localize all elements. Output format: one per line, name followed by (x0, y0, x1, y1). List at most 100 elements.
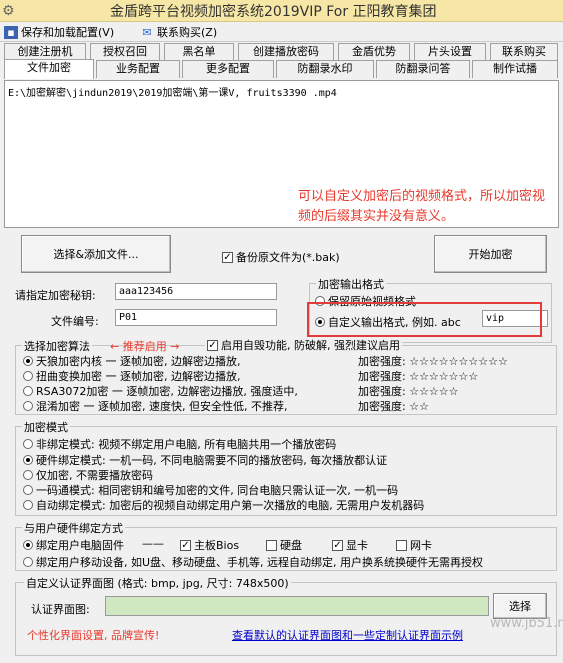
watermark-text: www.jb51.net (490, 616, 563, 631)
promo-text: 个性化界面设置, 品牌宣传! (27, 629, 160, 642)
menu-bar: ▪ 保存和加载配置(V) ✉ 联系购买(Z) (0, 22, 563, 42)
algorithm-radio-1[interactable] (23, 356, 33, 366)
tab-trial[interactable]: 制作试播 (472, 60, 558, 78)
window-title: 金盾跨平台视频加密系统2019VIP For 正阳教育集团 (110, 4, 437, 20)
tab-advantages[interactable]: 金盾优势 (338, 43, 410, 61)
tab-contact-buy[interactable]: 联系购买 (490, 43, 558, 61)
algorithm-strength-1: 加密强度: ☆☆☆☆☆☆☆☆☆☆ (358, 355, 508, 368)
recommend-label: ← 推荐启用 → (110, 340, 180, 353)
hw-nic-checkbox[interactable] (396, 539, 407, 551)
auth-ui-group (15, 582, 557, 656)
hw-disk-checkbox[interactable] (266, 539, 277, 551)
hardware-title: 与用户硬件绑定方式 (22, 520, 125, 536)
algorithm-strength-4: 加密强度: ☆☆ (358, 400, 429, 413)
bind-mobile-label: 绑定用户移动设备, 如U盘、移动硬盘、手机等, 远程自动绑定, 用户换系统换硬件… (36, 556, 484, 569)
algorithm-label-1: 天狼加密内核 一 逐帧加密, 边解密边播放, (36, 355, 241, 368)
tab-anti-record-watermark[interactable]: 防翻录水印 (276, 60, 374, 78)
hw-gpu-checkbox[interactable]: ✓ (332, 539, 343, 551)
app-icon: ⚙ (2, 3, 15, 19)
algorithm-item-4[interactable]: 混淆加密 一 逐帧加密, 速度快, 但安全性低, 不推荐, (23, 398, 287, 414)
bind-mobile-radio[interactable] (23, 557, 33, 567)
self-destroy-option[interactable]: ✓ 启用自毁功能, 防破解, 强烈建议启用 (205, 337, 402, 353)
algorithm-label-4: 混淆加密 一 逐帧加密, 速度快, 但安全性低, 不推荐, (36, 400, 288, 413)
hw-nic-option[interactable]: 网卡 (396, 537, 432, 553)
password-input[interactable]: aaa123456 (115, 283, 277, 300)
tab-more-config[interactable]: 更多配置 (182, 60, 274, 78)
sample-link[interactable]: 查看默认的认证界面图和一些定制认证界面示例 (232, 627, 463, 643)
hw-disk-label: 硬盘 (280, 539, 302, 552)
tab-intro-settings[interactable]: 片头设置 (414, 43, 486, 61)
mode-radio-2[interactable] (23, 455, 33, 465)
menu-save-load-label: 保存和加载配置(V) (21, 26, 115, 39)
bind-pc-radio[interactable] (23, 540, 33, 550)
file-list-item[interactable]: E:\加密解密\jindun2019\2019加密端\第一课V, fruits3… (8, 84, 337, 99)
menu-contact-label: 联系购买(Z) (157, 26, 218, 39)
algorithm-item-2[interactable]: 扭曲变换加密 一 逐帧加密, 边解密边播放, (23, 368, 240, 384)
tabs-row-2: 文件加密 业务配置 更多配置 防翻录水印 防翻录问答 制作试播 (0, 59, 563, 79)
algorithm-item-1[interactable]: 天狼加密内核 一 逐帧加密, 边解密边播放, (23, 353, 240, 369)
algorithm-strength-2: 加密强度: ☆☆☆☆☆☆☆ (358, 370, 479, 383)
mode-title: 加密模式 (22, 419, 70, 435)
annotation-text: 可以自定义加密后的视频格式，所以加密视频的后缀其实并没有意义。 (298, 189, 546, 224)
algorithm-radio-4[interactable] (23, 401, 33, 411)
tab-anti-record-qa[interactable]: 防翻录问答 (376, 60, 470, 78)
mode-item-2[interactable]: 硬件绑定模式: 一机一码, 不同电脑需要不同的播放密码, 每次播放都认证 (23, 452, 387, 468)
highlight-box (307, 302, 542, 337)
select-add-file-button[interactable]: 选择&添加文件... (21, 235, 171, 273)
mode-radio-5[interactable] (23, 500, 33, 510)
password-label: 请指定加密秘钥: (15, 289, 96, 302)
hw-bios-option[interactable]: ✓ 主板Bios (180, 537, 239, 553)
backup-option[interactable]: ✓ 备份原文件为(*.bak) (222, 249, 340, 265)
algorithm-title: 选择加密算法 (22, 338, 92, 354)
hw-bios-checkbox[interactable]: ✓ (180, 539, 191, 551)
menu-save-load[interactable]: ▪ 保存和加载配置(V) (4, 24, 114, 40)
self-destroy-checkbox[interactable]: ✓ (207, 339, 218, 351)
mode-label-1: 非绑定模式: 视频不绑定用户电脑, 所有电脑共用一个播放密码 (36, 438, 337, 451)
algorithm-radio-3[interactable] (23, 386, 33, 396)
tab-play-password[interactable]: 创建播放密码 (238, 43, 334, 61)
algorithm-strength-3: 加密强度: ☆☆☆☆☆ (358, 385, 459, 398)
mode-item-4[interactable]: 一码通模式: 相同密钥和编号加密的文件, 同台电脑只需认证一次, 一机一码 (23, 482, 398, 498)
auth-ui-title: 自定义认证界面图 (格式: bmp, jpg, 尺寸: 748x500) (24, 575, 291, 591)
tab-revoke[interactable]: 授权召回 (90, 43, 160, 61)
auth-ui-label: 认证界面图: (31, 603, 90, 616)
mode-radio-3[interactable] (23, 470, 33, 480)
tab-business-config[interactable]: 业务配置 (96, 60, 180, 78)
auth-ui-input[interactable] (105, 596, 489, 616)
start-encrypt-button[interactable]: 开始加密 (434, 235, 547, 273)
algorithm-item-3[interactable]: RSA3072加密 一 逐帧加密, 边解密边播放, 强度适中, (23, 383, 298, 399)
output-format-title: 加密输出格式 (316, 276, 386, 292)
algorithm-label-2: 扭曲变换加密 一 逐帧加密, 边解密边播放, (36, 370, 241, 383)
bind-pc-option[interactable]: 绑定用户电脑固件 (23, 537, 124, 553)
hw-bios-label: 主板Bios (194, 539, 240, 552)
hw-gpu-option[interactable]: ✓ 显卡 (332, 537, 368, 553)
save-icon: ▪ (4, 25, 18, 39)
backup-label: 备份原文件为(*.bak) (236, 251, 340, 264)
file-no-input[interactable]: P01 (115, 309, 277, 326)
bind-pc-label: 绑定用户电脑固件 (36, 539, 124, 552)
bind-dash: —— (142, 537, 164, 550)
mode-radio-1[interactable] (23, 439, 33, 449)
hw-disk-option[interactable]: 硬盘 (266, 537, 302, 553)
hw-gpu-label: 显卡 (346, 539, 368, 552)
tab-file-encrypt[interactable]: 文件加密 (4, 59, 94, 79)
mode-item-5[interactable]: 自动绑定模式: 加密后的视频自动绑定用户第一次播放的电脑, 无需用户发机器码 (23, 497, 424, 513)
bind-mobile-option[interactable]: 绑定用户移动设备, 如U盘、移动硬盘、手机等, 远程自动绑定, 用户换系统换硬件… (23, 554, 483, 570)
menu-contact[interactable]: ✉ 联系购买(Z) (140, 24, 217, 40)
mode-item-3[interactable]: 仅加密, 不需要播放密码 (23, 467, 153, 483)
mode-label-5: 自动绑定模式: 加密后的视频自动绑定用户第一次播放的电脑, 无需用户发机器码 (36, 499, 425, 512)
algorithm-label-3: RSA3072加密 一 逐帧加密, 边解密边播放, 强度适中, (36, 385, 298, 398)
file-no-label: 文件编号: (51, 315, 99, 328)
mode-label-3: 仅加密, 不需要播放密码 (36, 469, 153, 482)
tab-blacklist[interactable]: 黑名单 (164, 43, 234, 61)
backup-checkbox[interactable]: ✓ (222, 251, 233, 263)
algorithm-radio-2[interactable] (23, 371, 33, 381)
mode-radio-4[interactable] (23, 485, 33, 495)
mode-label-2: 硬件绑定模式: 一机一码, 不同电脑需要不同的播放密码, 每次播放都认证 (36, 454, 388, 467)
title-bar: ⚙ 金盾跨平台视频加密系统2019VIP For 正阳教育集团 (0, 0, 563, 22)
chat-icon: ✉ (142, 25, 152, 39)
mode-item-1[interactable]: 非绑定模式: 视频不绑定用户电脑, 所有电脑共用一个播放密码 (23, 436, 336, 452)
hw-nic-label: 网卡 (410, 539, 432, 552)
mode-label-4: 一码通模式: 相同密钥和编号加密的文件, 同台电脑只需认证一次, 一机一码 (36, 484, 399, 497)
self-destroy-label: 启用自毁功能, 防破解, 强烈建议启用 (221, 339, 400, 352)
